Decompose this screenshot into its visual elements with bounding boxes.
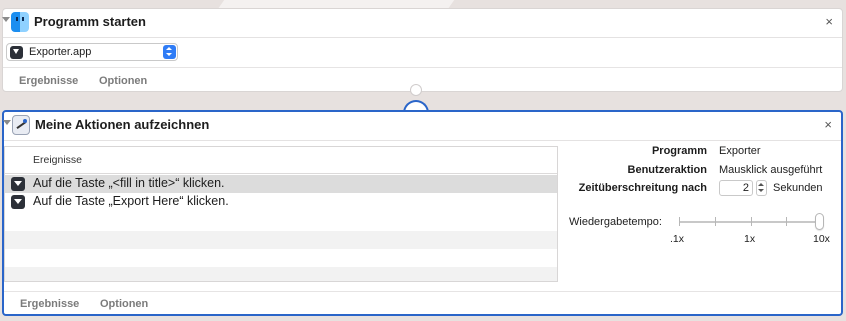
slider-tick-label: 1x xyxy=(744,233,756,245)
action-meine-aktionen-aufzeichnen[interactable]: Meine Aktionen aufzeichnen × Ereignisse … xyxy=(2,110,843,316)
timeout-label: Zeitüberschreitung nach xyxy=(578,182,707,194)
divider xyxy=(4,140,841,141)
action-programm-starten[interactable]: Programm starten × Exporter.app Ergebnis… xyxy=(2,8,843,92)
table-row[interactable]: Auf die Taste „<fill in title>“ klicken. xyxy=(5,175,557,193)
table-row-empty xyxy=(5,267,557,281)
playback-speed-label: Wiedergabetempo: xyxy=(569,216,662,228)
chevron-updown-icon[interactable] xyxy=(163,45,176,59)
close-icon[interactable]: × xyxy=(825,14,833,29)
finder-icon xyxy=(11,12,29,32)
slider-tick xyxy=(715,217,716,226)
action-title: Meine Aktionen aufzeichnen xyxy=(35,117,210,132)
action-header[interactable]: Meine Aktionen aufzeichnen × xyxy=(3,112,841,140)
program-label: Programm xyxy=(651,145,707,157)
user-action-label: Benutzeraktion xyxy=(627,164,707,176)
user-action-value: Mausklick ausgeführt xyxy=(719,164,823,176)
column-header-ereignisse[interactable]: Ereignisse xyxy=(33,154,82,166)
close-icon[interactable]: × xyxy=(824,117,832,132)
table-row-empty xyxy=(5,231,557,249)
app-icon xyxy=(10,46,23,59)
disclosure-triangle-icon[interactable] xyxy=(3,120,11,125)
app-select[interactable]: Exporter.app xyxy=(6,43,178,61)
event-text: Auf die Taste „<fill in title>“ klicken. xyxy=(33,176,225,190)
table-row[interactable]: Auf die Taste „Export Here“ klicken. xyxy=(5,193,557,211)
watch-me-do-icon xyxy=(12,115,30,135)
timeout-stepper[interactable] xyxy=(756,180,767,196)
events-table[interactable]: Ereignisse Auf die Taste „<fill in title… xyxy=(4,146,558,282)
divider xyxy=(3,37,842,38)
slider-tick-label: 10x xyxy=(813,233,830,245)
action-connector xyxy=(403,84,429,114)
slider-tick xyxy=(679,217,680,226)
slider-tick xyxy=(751,217,752,226)
timeout-unit: Sekunden xyxy=(773,182,823,194)
tab-ergebnisse[interactable]: Ergebnisse xyxy=(19,75,78,87)
action-header[interactable]: Programm starten × xyxy=(2,9,842,37)
slider-tick xyxy=(786,217,787,226)
divider xyxy=(4,291,841,292)
divider xyxy=(3,67,842,68)
playback-speed-slider-knob[interactable] xyxy=(815,213,824,230)
slider-tick-label: .1x xyxy=(670,233,685,245)
tab-optionen[interactable]: Optionen xyxy=(99,75,147,87)
app-select-value: Exporter.app xyxy=(29,46,92,58)
mouse-click-icon xyxy=(11,195,25,209)
timeout-input[interactable]: 2 xyxy=(719,180,753,196)
tab-ergebnisse[interactable]: Ergebnisse xyxy=(20,298,79,310)
event-text: Auf die Taste „Export Here“ klicken. xyxy=(33,194,229,208)
program-value: Exporter xyxy=(719,145,761,157)
events-table-header[interactable]: Ereignisse xyxy=(5,147,557,174)
tab-optionen[interactable]: Optionen xyxy=(100,298,148,310)
action-title: Programm starten xyxy=(34,14,146,29)
disclosure-triangle-icon[interactable] xyxy=(2,17,10,22)
mouse-click-icon xyxy=(11,177,25,191)
